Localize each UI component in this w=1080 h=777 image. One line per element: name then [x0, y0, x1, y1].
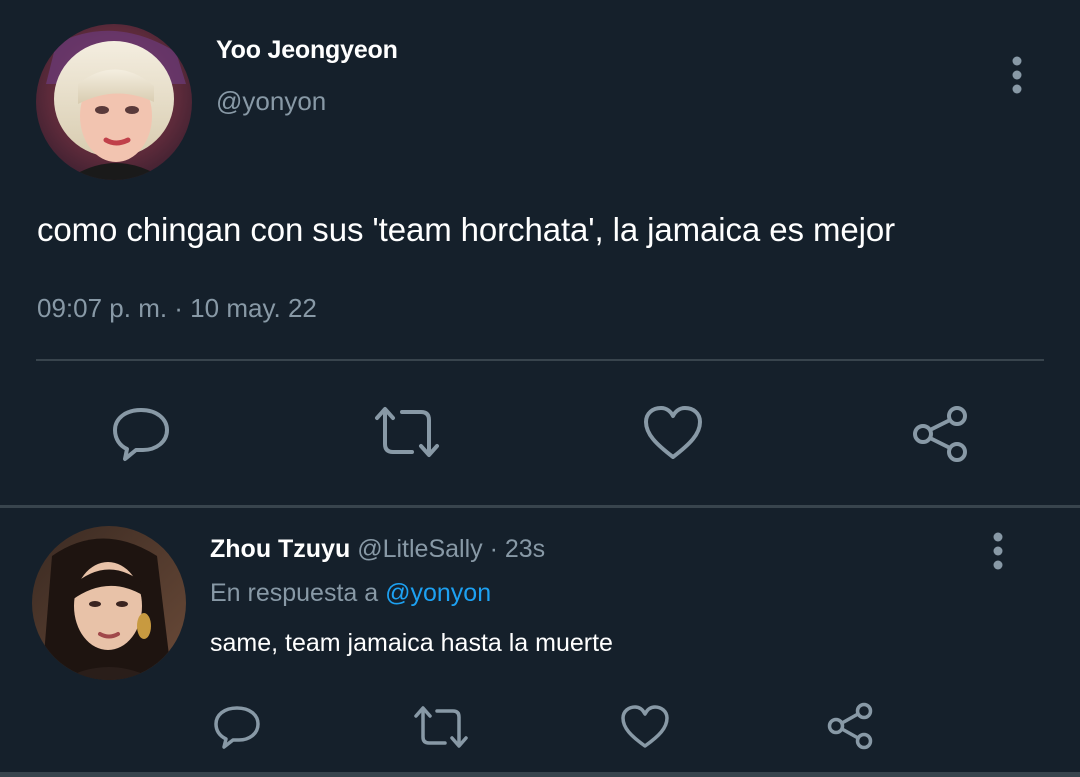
- reply-text: same, team jamaica hasta la muerte: [210, 629, 613, 657]
- avatar[interactable]: [36, 24, 192, 180]
- timestamp[interactable]: 09:07 p. m. · 10 may. 22: [37, 293, 317, 324]
- separator: ·: [489, 535, 498, 563]
- divider: [0, 505, 1080, 508]
- like-icon[interactable]: [642, 404, 704, 462]
- reply-header: Zhou Tzuyu @LitleSally · 23s: [210, 535, 545, 564]
- reply-icon[interactable]: [110, 404, 172, 464]
- like-icon[interactable]: [620, 704, 670, 750]
- share-icon[interactable]: [908, 402, 972, 466]
- more-vertical-icon[interactable]: [986, 532, 1010, 572]
- reply-icon[interactable]: [212, 703, 262, 751]
- author-handle[interactable]: @LitleSally: [357, 535, 482, 563]
- divider: [0, 772, 1080, 777]
- replying-to-label: En respuesta a: [210, 579, 379, 607]
- share-icon[interactable]: [824, 700, 876, 752]
- retweet-icon[interactable]: [372, 404, 442, 460]
- author-name[interactable]: Yoo Jeongyeon: [216, 36, 398, 65]
- author-handle[interactable]: @yonyon: [216, 86, 326, 117]
- mention-link[interactable]: @yonyon: [385, 579, 491, 607]
- avatar[interactable]: [32, 526, 186, 680]
- divider: [36, 359, 1044, 361]
- tweet-text: como chingan con sus 'team horchata', la…: [37, 211, 895, 248]
- retweet-icon[interactable]: [412, 704, 470, 750]
- more-vertical-icon[interactable]: [1004, 56, 1030, 96]
- author-name[interactable]: Zhou Tzuyu: [210, 535, 350, 563]
- replying-to: En respuesta a @yonyon: [210, 579, 491, 608]
- time-ago[interactable]: 23s: [505, 535, 545, 563]
